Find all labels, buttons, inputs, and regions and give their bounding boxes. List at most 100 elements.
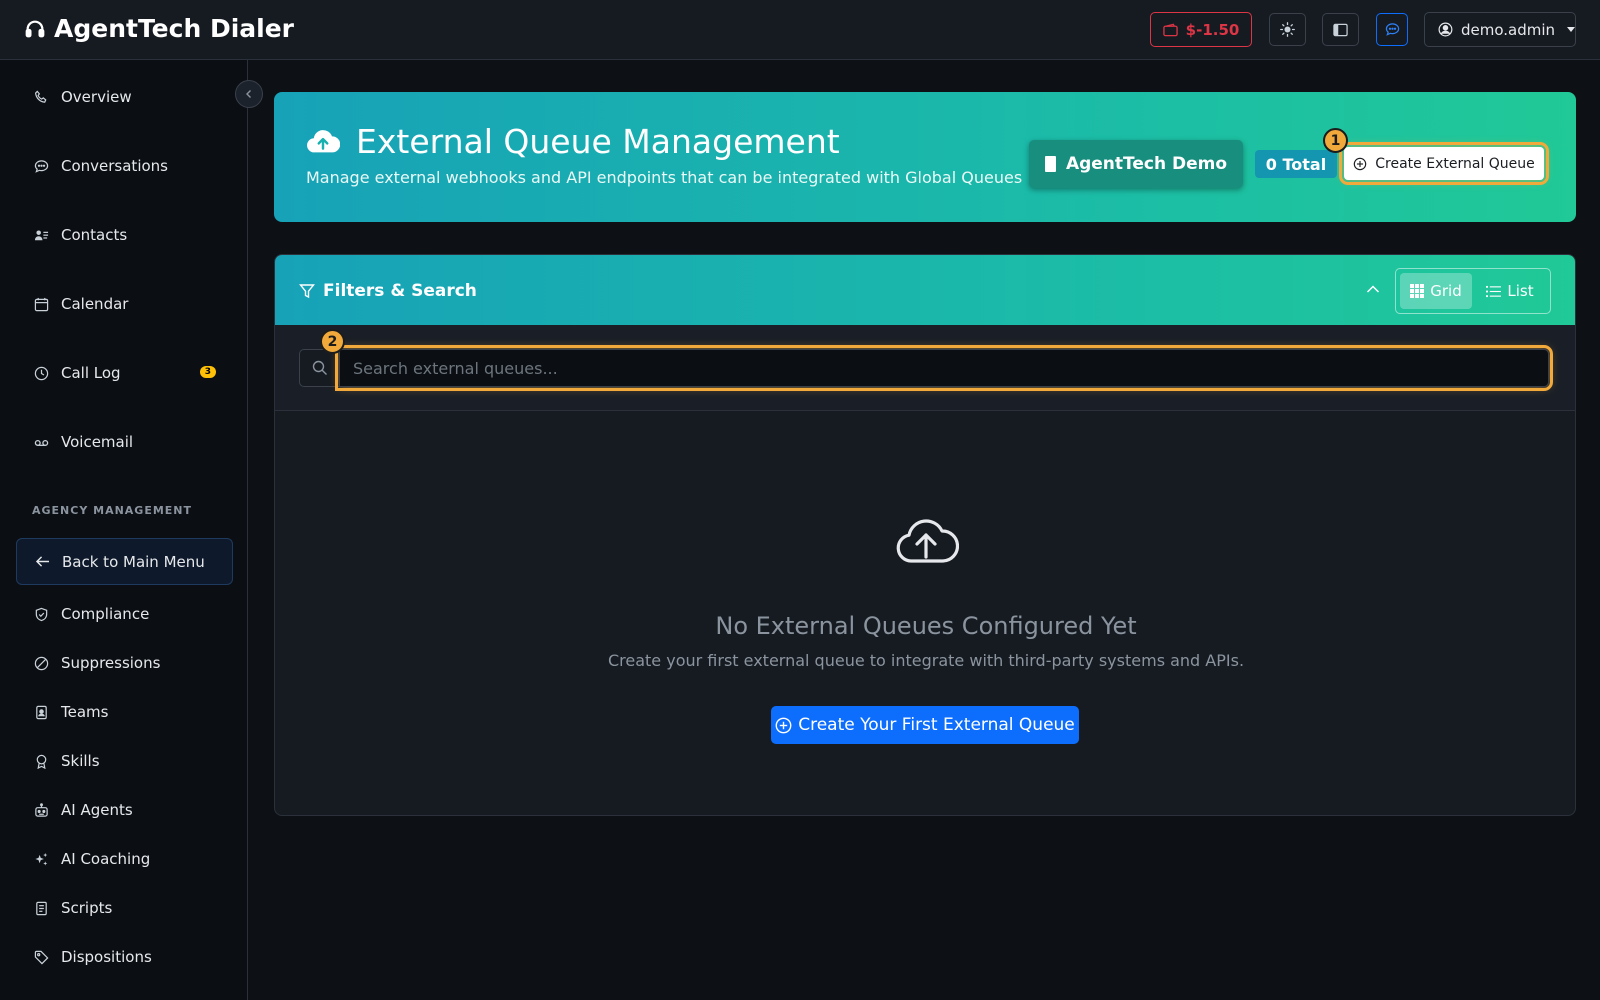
sidebar-item-label: Calendar [61, 295, 129, 313]
calendar-icon [34, 297, 49, 311]
search-icon-addon [299, 349, 339, 387]
sidebar-item-call-log[interactable]: Call Log 3 [34, 364, 224, 382]
sidebar-item-calendar[interactable]: Calendar [34, 295, 224, 313]
chat-icon [1385, 23, 1399, 36]
sidebar-item-label: Call Log [61, 364, 121, 382]
create-first-queue-label: Create Your First External Queue [798, 715, 1075, 735]
building-icon [1044, 156, 1056, 172]
funnel-icon [299, 284, 315, 299]
award-icon [36, 754, 47, 769]
back-to-main-menu-button[interactable]: Back to Main Menu [16, 538, 233, 585]
filters-header: Filters & Search Grid List [275, 255, 1575, 325]
user-circle-icon [1438, 22, 1453, 37]
sidebar-item-scripts[interactable]: Scripts [34, 899, 224, 917]
tag-icon [34, 950, 49, 964]
sidebar-item-label: Suppressions [61, 654, 161, 672]
sidebar-item-label: Dispositions [61, 948, 152, 966]
ban-icon [34, 656, 49, 670]
create-button-label: Create External Queue [1375, 155, 1535, 172]
sidebar-item-label: Overview [61, 88, 132, 106]
cloud-upload-icon [307, 129, 340, 152]
sun-icon [1280, 22, 1295, 37]
search-icon [312, 360, 327, 375]
wallet-icon [1162, 23, 1178, 36]
clock-icon [34, 366, 49, 380]
page-title-text: External Queue Management [356, 122, 840, 161]
empty-state-title: No External Queues Configured Yet [715, 612, 1137, 640]
brand[interactable]: AgentTech Dialer [24, 14, 294, 43]
sidebar-item-voicemail[interactable]: Voicemail [34, 433, 224, 451]
view-toggle: Grid List [1395, 268, 1551, 314]
empty-state-subtitle: Create your first external queue to inte… [607, 651, 1245, 670]
call-log-badge: 3 [199, 366, 216, 378]
section-label-agency-management: AGENCY MANAGEMENT [32, 504, 193, 517]
plus-circle-icon [1353, 157, 1367, 170]
grid-label: Grid [1430, 282, 1462, 300]
document-icon [36, 901, 47, 915]
create-external-queue-button[interactable]: Create External Queue [1339, 142, 1549, 185]
sidebar-item-contacts[interactable]: Contacts [34, 226, 224, 244]
layout-toggle-button[interactable] [1322, 13, 1359, 46]
filters-title[interactable]: Filters & Search [299, 281, 477, 301]
sidebar-item-label: Teams [61, 703, 109, 721]
search-input[interactable] [335, 345, 1553, 391]
sidebar-item-label: Scripts [61, 899, 113, 917]
filters-card: Filters & Search Grid List Search extern… [274, 254, 1576, 816]
page-header-banner: External Queue Management Manage externa… [274, 92, 1576, 222]
sidebar-item-teams[interactable]: Teams [34, 703, 224, 721]
headset-icon [25, 20, 45, 37]
page-title: External Queue Management [306, 122, 840, 161]
cloud-upload-icon [896, 519, 959, 563]
user-menu-button[interactable]: demo.admin [1424, 12, 1576, 47]
sidebar-item-skills[interactable]: Skills [34, 752, 224, 770]
list-icon [1486, 285, 1502, 297]
sidebar-item-overview[interactable]: Overview [34, 88, 224, 106]
top-bar: AgentTech Dialer $-1.50 demo.admin [0, 0, 1600, 60]
brand-name: AgentTech Dialer [54, 14, 295, 43]
sidebar-item-dispositions[interactable]: Dispositions [34, 948, 224, 966]
sidebar-item-label: Voicemail [61, 433, 134, 451]
phone-icon [34, 90, 47, 103]
theme-toggle-button[interactable] [1269, 13, 1306, 46]
annotation-marker-1: 1 [1323, 128, 1348, 153]
organization-label: AgentTech Demo [1065, 154, 1228, 174]
list-label: List [1507, 282, 1534, 300]
robot-icon [35, 802, 48, 817]
organization-button[interactable]: AgentTech Demo [1029, 140, 1243, 188]
sidebar-item-label: Contacts [61, 226, 128, 244]
sidebar-item-conversations[interactable]: Conversations [34, 157, 224, 175]
chevron-up-icon[interactable] [1365, 281, 1381, 297]
list-view-button[interactable]: List [1474, 273, 1546, 309]
username: demo.admin [1460, 20, 1555, 39]
sidebar-item-label: AI Coaching [61, 850, 151, 868]
sidebar-collapse-button[interactable] [235, 80, 263, 108]
sidebar-item-label: Compliance [61, 605, 150, 623]
sidebar-item-label: Skills [61, 752, 100, 770]
sidebar-item-label: Conversations [61, 157, 168, 175]
voicemail-icon [34, 439, 49, 446]
search-bar-area [275, 325, 1575, 411]
annotation-marker-2: 2 [320, 329, 345, 354]
total-count-badge: 0 Total [1255, 150, 1337, 178]
sidebar-layout-icon [1333, 23, 1348, 36]
plus-circle-icon [775, 717, 792, 733]
back-button-label: Back to Main Menu [62, 552, 205, 571]
arrow-left-icon [35, 556, 49, 567]
chevron-down-icon [1567, 27, 1575, 32]
balance-button[interactable]: $-1.50 [1150, 12, 1252, 47]
grid-view-button[interactable]: Grid [1400, 273, 1472, 309]
filters-title-text: Filters & Search [323, 281, 477, 301]
sparkles-icon [35, 852, 48, 865]
sidebar-item-compliance[interactable]: Compliance [34, 605, 224, 623]
balance-value: $-1.50 [1185, 20, 1240, 39]
sidebar-item-suppressions[interactable]: Suppressions [34, 654, 224, 672]
contacts-icon [34, 229, 49, 240]
page-subtitle: Manage external webhooks and API endpoin… [306, 168, 1023, 187]
sidebar-item-ai-coaching[interactable]: AI Coaching [34, 850, 224, 868]
create-first-queue-button[interactable]: Create Your First External Queue [771, 706, 1079, 744]
grid-icon [1410, 284, 1425, 298]
chat-icon [34, 159, 49, 173]
sidebar-item-ai-agents[interactable]: AI Agents [34, 801, 224, 819]
chat-toggle-button[interactable] [1376, 13, 1408, 46]
badge-icon [36, 705, 47, 719]
